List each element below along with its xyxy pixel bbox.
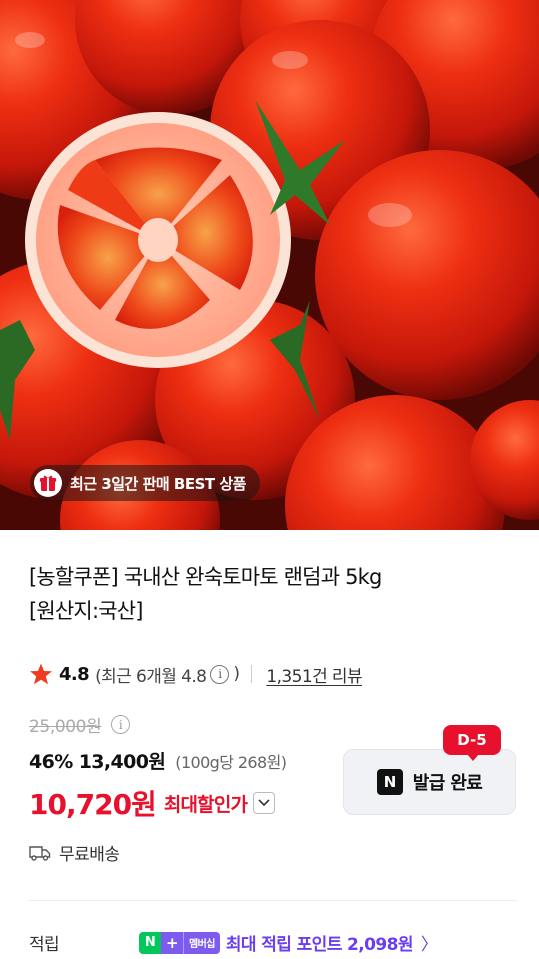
divider bbox=[251, 665, 253, 683]
max-discount-label: 최대할인가 bbox=[163, 793, 248, 816]
original-price: 25,000원 bbox=[29, 717, 102, 737]
truck-icon bbox=[29, 845, 51, 861]
membership-label: 멤버십 bbox=[183, 931, 220, 954]
plus-icon: + bbox=[161, 931, 183, 954]
naver-plus-membership-badge: N + 멤버십 bbox=[139, 931, 220, 954]
sale-price-row: 46% 13,400원 (100g당 268원) bbox=[29, 747, 287, 774]
best-seller-badge: 최근 3일간 판매 BEST 상품 bbox=[30, 465, 260, 501]
dday-badge: D-5 bbox=[443, 725, 501, 761]
max-discount-price: 10,720원 bbox=[29, 788, 157, 821]
best-seller-text: 최근 3일간 판매 BEST 상품 bbox=[70, 474, 246, 493]
points-label: 적립 bbox=[29, 935, 60, 955]
rating-recent: (최근 6개월 4.8 i ) bbox=[95, 662, 240, 687]
product-title: [농할쿠폰] 국내산 완숙토마토 랜덤과 5kg [원산지:국산] bbox=[29, 560, 509, 628]
section-divider bbox=[29, 900, 517, 901]
rating-recent-suffix: ) bbox=[233, 664, 240, 684]
info-icon[interactable]: i bbox=[210, 664, 230, 684]
product-image[interactable]: 최근 3일간 판매 BEST 상품 bbox=[0, 0, 539, 530]
coupon-price-row[interactable]: 10,720원 최대할인가 bbox=[29, 783, 276, 823]
coupon-issued-button[interactable]: N 발급 완료 bbox=[343, 749, 516, 815]
price-info-icon[interactable]: i bbox=[111, 715, 131, 734]
star-icon bbox=[30, 663, 52, 685]
shipping-label: 무료배송 bbox=[59, 845, 120, 865]
rating-row: 4.8 (최근 6개월 4.8 i ) 1,351건 리뷰 bbox=[29, 660, 363, 688]
naver-n-icon: N bbox=[376, 769, 403, 795]
tomato-photo bbox=[0, 0, 539, 530]
review-count-link[interactable]: 1,351건 리뷰 bbox=[266, 662, 362, 687]
naver-n-badge: N bbox=[139, 931, 161, 954]
unit-price: (100g당 268원) bbox=[175, 753, 287, 772]
points-row[interactable]: 적립 N + 멤버십 최대 적립 포인트 2,098원 〉 bbox=[29, 930, 509, 955]
sale-price: 13,400원 bbox=[78, 751, 166, 773]
max-points-text: 최대 적립 포인트 2,098원 bbox=[225, 935, 414, 955]
gift-icon bbox=[34, 469, 62, 497]
shipping-row: 무료배송 bbox=[29, 840, 120, 865]
chevron-right-icon: 〉 bbox=[420, 935, 438, 955]
rating-recent-prefix: (최근 6개월 4.8 bbox=[95, 666, 207, 687]
chevron-down-icon[interactable] bbox=[253, 792, 276, 814]
product-title-line1: [농할쿠폰] 국내산 완숙토마토 랜덤과 5kg bbox=[29, 565, 382, 589]
coupon-issued-label: 발급 완료 bbox=[412, 773, 483, 794]
rating-score: 4.8 bbox=[59, 663, 90, 685]
product-title-line2: [원산지:국산] bbox=[29, 599, 143, 623]
discount-rate: 46% bbox=[29, 751, 73, 773]
original-price-row: 25,000원 i bbox=[29, 712, 134, 737]
